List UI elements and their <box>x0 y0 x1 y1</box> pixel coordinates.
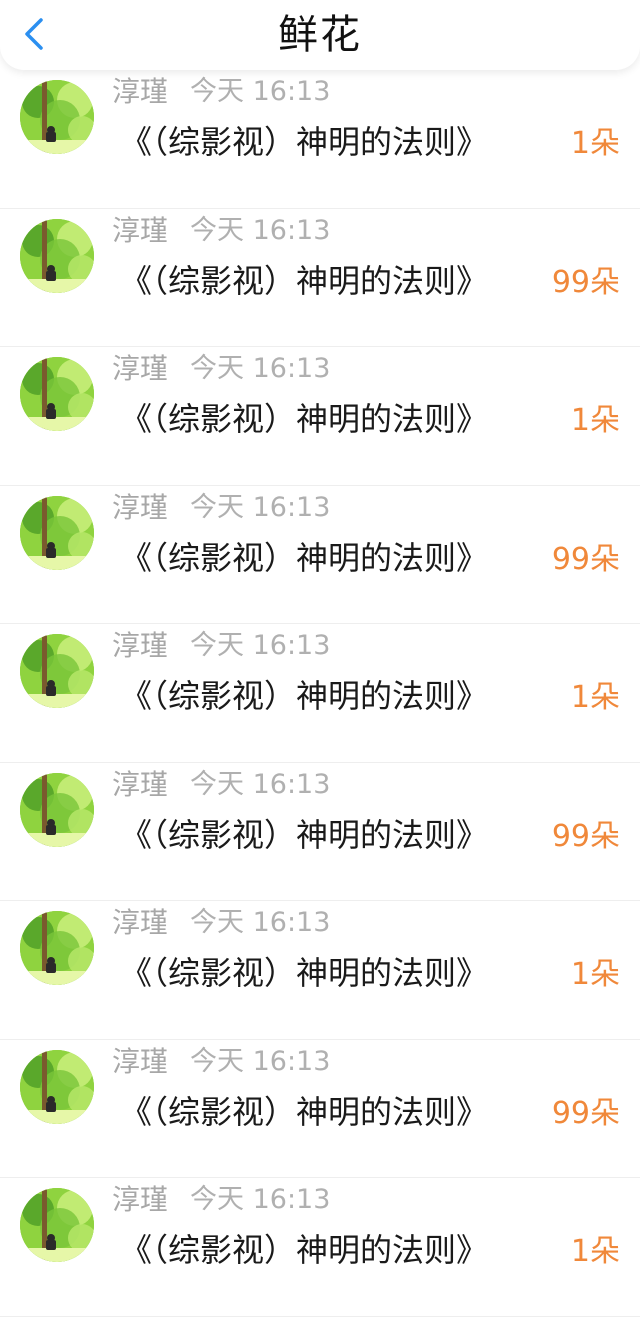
list-item[interactable]: 淳瑾 今天 16:13 《（综影视）神明的法则》 1朵 <box>0 70 640 209</box>
forest-avatar-icon <box>20 357 94 431</box>
page-title: 鲜花 <box>278 12 362 58</box>
book-title: 《（综影视）神明的法则》 <box>120 538 489 577</box>
user-name: 淳瑾 <box>112 906 169 939</box>
forest-avatar-icon <box>20 1049 94 1124</box>
timestamp: 今天 16:13 <box>190 907 331 938</box>
book-title: 《（综影视）神明的法则》 <box>120 677 489 715</box>
forest-avatar-icon <box>20 218 94 293</box>
avatar[interactable] <box>20 218 94 293</box>
book-title: 《（综影视）神明的法则》 <box>120 954 489 992</box>
avatar[interactable] <box>20 357 94 431</box>
flower-count: 1朵 <box>570 680 620 715</box>
list-item[interactable]: 淳瑾 今天 16:13 《（综影视）神明的法则》 99朵 <box>0 763 640 901</box>
top-bar: 鲜花 <box>0 0 640 70</box>
user-name: 淳瑾 <box>112 629 169 662</box>
timestamp: 今天 16:13 <box>190 1045 331 1077</box>
avatar[interactable] <box>20 495 94 570</box>
flower-count: 1朵 <box>570 957 620 992</box>
book-title: 《（综影视）神明的法则》 <box>120 400 489 438</box>
user-name: 淳瑾 <box>112 490 169 524</box>
timestamp: 今天 16:13 <box>190 1184 331 1215</box>
timestamp: 今天 16:13 <box>190 76 331 107</box>
forest-avatar-icon <box>20 1188 94 1262</box>
user-name: 淳瑾 <box>112 767 169 801</box>
list-item[interactable]: 淳瑾 今天 16:13 《（综影视）神明的法则》 99朵 <box>0 209 640 347</box>
forest-avatar-icon <box>20 80 94 154</box>
avatar[interactable] <box>20 1049 94 1124</box>
list-item[interactable]: 淳瑾 今天 16:13 《（综影视）神明的法则》 99朵 <box>0 1040 640 1178</box>
flower-list: 淳瑾 今天 16:13 《（综影视）神明的法则》 1朵 淳瑾 今天 16:13 … <box>0 70 640 1317</box>
list-item[interactable]: 淳瑾 今天 16:13 《（综影视）神明的法则》 1朵 <box>0 347 640 486</box>
divider <box>0 1315 640 1317</box>
flower-count: 1朵 <box>570 126 620 161</box>
avatar[interactable] <box>20 80 94 154</box>
timestamp: 今天 16:13 <box>190 768 331 800</box>
timestamp: 今天 16:13 <box>190 491 331 523</box>
flower-count: 1朵 <box>570 1234 620 1269</box>
flower-count: 99朵 <box>551 264 620 300</box>
timestamp: 今天 16:13 <box>190 353 331 384</box>
forest-avatar-icon <box>20 495 94 570</box>
list-item[interactable]: 淳瑾 今天 16:13 《（综影视）神明的法则》 1朵 <box>0 624 640 763</box>
flower-count: 99朵 <box>551 541 620 577</box>
book-title: 《（综影视）神明的法则》 <box>120 261 489 300</box>
list-item[interactable]: 淳瑾 今天 16:13 《（综影视）神明的法则》 99朵 <box>0 486 640 624</box>
book-title: 《（综影视）神明的法则》 <box>120 1092 489 1131</box>
list-item[interactable]: 淳瑾 今天 16:13 《（综影视）神明的法则》 1朵 <box>0 1178 640 1317</box>
book-title: 《（综影视）神明的法则》 <box>120 123 489 161</box>
avatar[interactable] <box>20 911 94 985</box>
user-name: 淳瑾 <box>112 75 169 108</box>
timestamp: 今天 16:13 <box>190 214 331 246</box>
flower-count: 99朵 <box>551 818 620 854</box>
user-name: 淳瑾 <box>112 1183 169 1216</box>
forest-avatar-icon <box>20 911 94 985</box>
user-name: 淳瑾 <box>112 352 169 385</box>
user-name: 淳瑾 <box>112 1044 169 1078</box>
avatar[interactable] <box>20 772 94 847</box>
flower-count: 99朵 <box>551 1095 620 1131</box>
book-title: 《（综影视）神明的法则》 <box>120 815 489 854</box>
timestamp: 今天 16:13 <box>190 630 331 661</box>
flower-count: 1朵 <box>570 403 620 438</box>
list-item[interactable]: 淳瑾 今天 16:13 《（综影视）神明的法则》 1朵 <box>0 901 640 1040</box>
forest-avatar-icon <box>20 772 94 847</box>
avatar[interactable] <box>20 634 94 708</box>
forest-avatar-icon <box>20 634 94 708</box>
user-name: 淳瑾 <box>112 213 169 247</box>
book-title: 《（综影视）神明的法则》 <box>120 1231 489 1269</box>
avatar[interactable] <box>20 1188 94 1262</box>
